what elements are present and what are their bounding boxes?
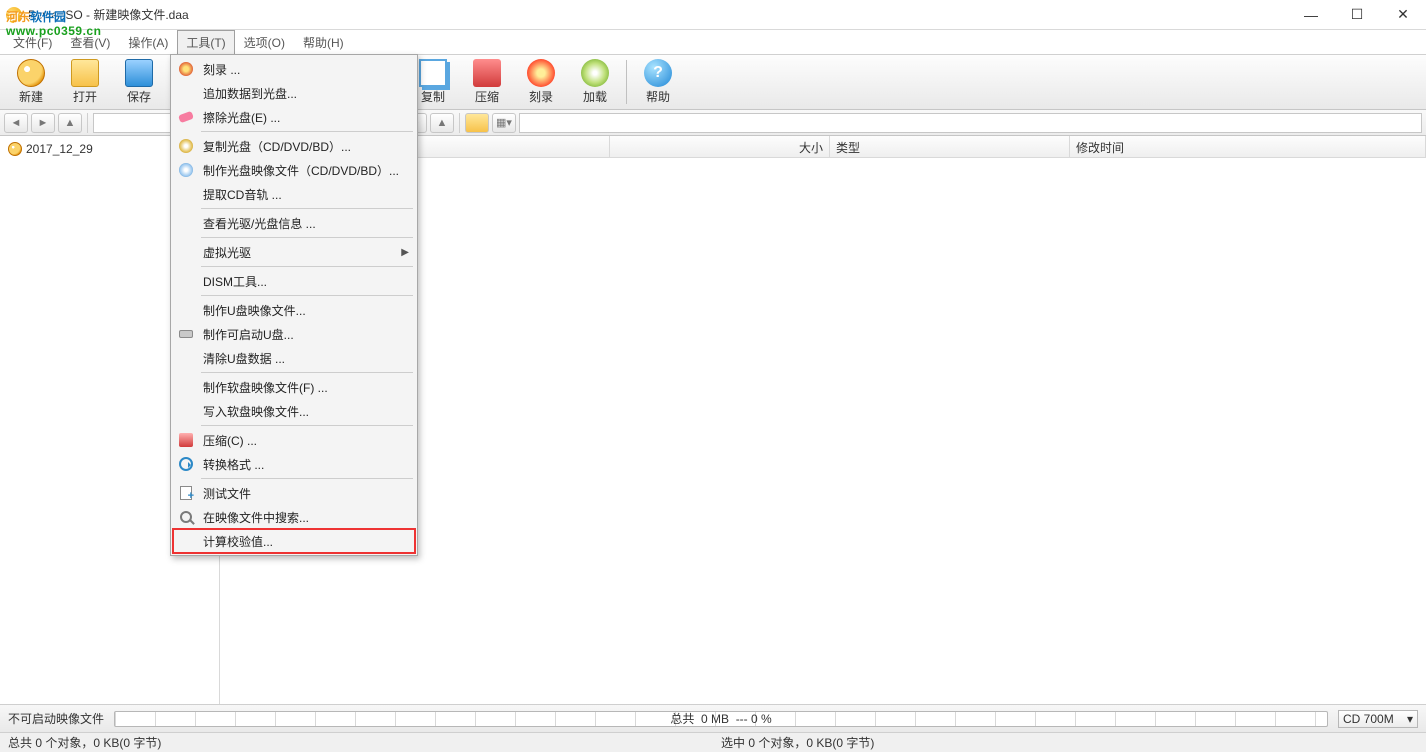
nav-up[interactable]: ▲ — [58, 113, 82, 133]
menu-drive-info[interactable]: 查看光驱/光盘信息 ... — [173, 211, 415, 235]
media-type-combo[interactable]: CD 700M▾ — [1338, 710, 1418, 728]
search-icon — [180, 511, 192, 523]
submenu-arrow-icon: ▶ — [401, 247, 409, 258]
menu-bootable-usb[interactable]: 制作可启动U盘... — [173, 322, 415, 346]
bootable-label: 不可启动映像文件 — [8, 710, 104, 727]
menu-view[interactable]: 查看(V) — [61, 30, 119, 55]
disc-icon — [8, 142, 22, 156]
test-file-icon — [180, 486, 192, 500]
toolbar-new[interactable]: 新建 — [4, 56, 58, 108]
menu-dism[interactable]: DISM工具... — [173, 269, 415, 293]
menu-tools[interactable]: 工具(T) — [177, 30, 234, 55]
tools-dropdown: 刻录 ... 追加数据到光盘... 擦除光盘(E) ... 复制光盘（CD/DV… — [170, 54, 418, 556]
copy-icon — [419, 59, 447, 87]
toolbar-save[interactable]: 保存 — [112, 56, 166, 108]
toolbar-help[interactable]: 帮助 — [631, 56, 685, 108]
menu-test-file[interactable]: 测试文件 — [173, 481, 415, 505]
menu-action[interactable]: 操作(A) — [119, 30, 177, 55]
status-left: 总共 0 个对象，0 KB(0 字节) — [0, 734, 169, 751]
mount-icon — [581, 59, 609, 87]
folder-open-icon — [71, 59, 99, 87]
toolbar-compress[interactable]: 压缩 — [460, 56, 514, 108]
app-icon — [6, 7, 22, 23]
path-right[interactable] — [519, 113, 1422, 133]
close-button[interactable]: ✕ — [1380, 0, 1426, 30]
capacity-bar: 不可启动映像文件 总共 0 MB --- 0 % CD 700M▾ — [0, 704, 1426, 732]
menu-help[interactable]: 帮助(H) — [294, 30, 353, 55]
toolbar-burn[interactable]: 刻录 — [514, 56, 568, 108]
col-size[interactable]: 大小 — [610, 136, 830, 157]
capacity-meter: 总共 0 MB --- 0 % — [114, 711, 1328, 727]
capacity-text: 总共 0 MB --- 0 % — [670, 712, 771, 726]
help-icon — [644, 59, 672, 87]
usb-icon — [179, 330, 193, 338]
menu-make-usb-image[interactable]: 制作U盘映像文件... — [173, 298, 415, 322]
nav-forward[interactable]: ► — [31, 113, 55, 133]
menu-file[interactable]: 文件(F) — [4, 30, 61, 55]
convert-icon — [179, 457, 193, 471]
toolbar-separator — [626, 60, 627, 104]
menu-make-floppy-image[interactable]: 制作软盘映像文件(F) ... — [173, 375, 415, 399]
disc-new-icon — [17, 59, 45, 87]
nav-back[interactable]: ◄ — [4, 113, 28, 133]
toolbar-open[interactable]: 打开 — [58, 56, 112, 108]
menu-search-in-image[interactable]: 在映像文件中搜索... — [173, 505, 415, 529]
menu-rip-audio[interactable]: 提取CD音轨 ... — [173, 182, 415, 206]
disc-image-icon — [179, 163, 193, 177]
status-bar: 总共 0 个对象，0 KB(0 字节) 选中 0 个对象，0 KB(0 字节) — [0, 732, 1426, 752]
menu-burn[interactable]: 刻录 ... — [173, 57, 415, 81]
titlebar: PowerISO - 新建映像文件.daa — ☐ ✕ — [0, 0, 1426, 30]
chevron-down-icon: ▾ — [1407, 712, 1413, 726]
status-right: 选中 0 个对象，0 KB(0 字节) — [713, 734, 882, 751]
menu-erase-disc[interactable]: 擦除光盘(E) ... — [173, 105, 415, 129]
disc-copy-icon — [179, 139, 193, 153]
menu-compress[interactable]: 压缩(C) ... — [173, 428, 415, 452]
burn-icon — [179, 62, 193, 76]
menu-append-data[interactable]: 追加数据到光盘... — [173, 81, 415, 105]
col-type[interactable]: 类型 — [830, 136, 1070, 157]
menu-make-image[interactable]: 制作光盘映像文件（CD/DVD/BD）... — [173, 158, 415, 182]
window-title: PowerISO - 新建映像文件.daa — [28, 6, 1288, 23]
maximize-button[interactable]: ☐ — [1334, 0, 1380, 30]
toolbar-mount[interactable]: 加载 — [568, 56, 622, 108]
burn-icon — [527, 59, 555, 87]
col-modified[interactable]: 修改时间 — [1070, 136, 1426, 157]
compress-icon — [179, 433, 193, 447]
save-icon — [125, 59, 153, 87]
view-mode-button[interactable]: ▦▾ — [492, 113, 516, 133]
menu-checksum[interactable]: 计算校验值... — [173, 529, 415, 553]
folder-picker-icon[interactable] — [465, 113, 489, 133]
menu-virtual-drive[interactable]: 虚拟光驱▶ — [173, 240, 415, 264]
nav-up-2[interactable]: ▲ — [430, 113, 454, 133]
menu-write-floppy-image[interactable]: 写入软盘映像文件... — [173, 399, 415, 423]
menu-clean-usb[interactable]: 清除U盘数据 ... — [173, 346, 415, 370]
menu-options[interactable]: 选项(O) — [235, 30, 294, 55]
eraser-icon — [178, 111, 194, 123]
menubar: 文件(F) 查看(V) 操作(A) 工具(T) 选项(O) 帮助(H) — [0, 30, 1426, 54]
tree-root-label: 2017_12_29 — [26, 142, 93, 156]
menu-convert[interactable]: 转换格式 ... — [173, 452, 415, 476]
compress-icon — [473, 59, 501, 87]
menu-copy-disc[interactable]: 复制光盘（CD/DVD/BD）... — [173, 134, 415, 158]
minimize-button[interactable]: — — [1288, 0, 1334, 30]
